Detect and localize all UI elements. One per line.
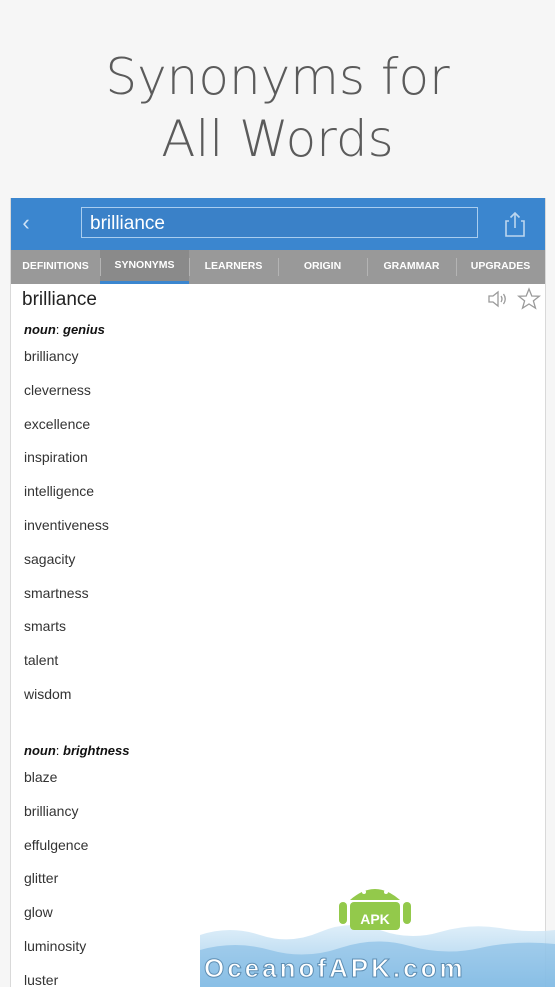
synonym-item[interactable]: brilliancy [24,795,504,829]
entry-word: brilliance [22,289,97,310]
watermark: APK OceanofAPK.com [200,889,555,987]
synonym-item[interactable]: wisdom [24,678,504,712]
share-icon[interactable] [503,211,527,237]
synonym-item[interactable]: blaze [24,761,504,795]
back-button[interactable]: ‹ [15,208,37,238]
part-of-speech: noun [24,743,56,758]
speaker-icon[interactable] [487,289,509,309]
tab-definitions[interactable]: DEFINITIONS [11,250,100,284]
sense-separator: : [55,322,63,337]
sense-meaning: genius [63,322,105,337]
star-icon[interactable] [517,287,541,311]
synonym-item[interactable]: cleverness [24,374,504,408]
synonym-item[interactable]: effulgence [24,829,504,863]
synonym-item[interactable]: smartness [24,577,504,611]
app-screen: ‹ brilliance DEFINITIONS SYNONYMS LEARNE… [10,198,546,987]
sense-1: noun: genius brilliancy cleverness excel… [24,320,504,712]
promo-line-2: All Words [161,110,394,168]
watermark-badge: APK [360,911,390,927]
synonym-item[interactable]: smarts [24,610,504,644]
tab-origin[interactable]: ORIGIN [278,250,367,284]
back-icon: ‹ [22,210,30,235]
search-input[interactable]: brilliance [81,207,478,238]
sense-separator: : [55,743,63,758]
synonym-item[interactable]: inventiveness [24,509,504,543]
tab-learners[interactable]: LEARNERS [189,250,278,284]
synonym-item[interactable]: talent [24,644,504,678]
synonym-item[interactable]: excellence [24,408,504,442]
synonym-item[interactable]: sagacity [24,543,504,577]
promo-headline: Synonyms for All Words [0,46,555,170]
tab-upgrades[interactable]: UPGRADES [456,250,545,284]
tab-bar: DEFINITIONS SYNONYMS LEARNERS ORIGIN GRA… [11,250,545,284]
synonym-item[interactable]: intelligence [24,475,504,509]
sense-heading: noun: genius [24,320,504,340]
tab-grammar[interactable]: GRAMMAR [367,250,456,284]
synonym-item[interactable]: inspiration [24,441,504,475]
sense-heading: noun: brightness [24,741,504,761]
promo-line-1: Synonyms for [105,48,450,106]
watermark-text: OceanofAPK.com [204,953,466,983]
top-bar: ‹ brilliance [11,198,545,250]
tab-synonyms[interactable]: SYNONYMS [100,250,189,284]
synonym-item[interactable]: brilliancy [24,340,504,374]
part-of-speech: noun [24,322,56,337]
sense-meaning: brightness [63,743,130,758]
